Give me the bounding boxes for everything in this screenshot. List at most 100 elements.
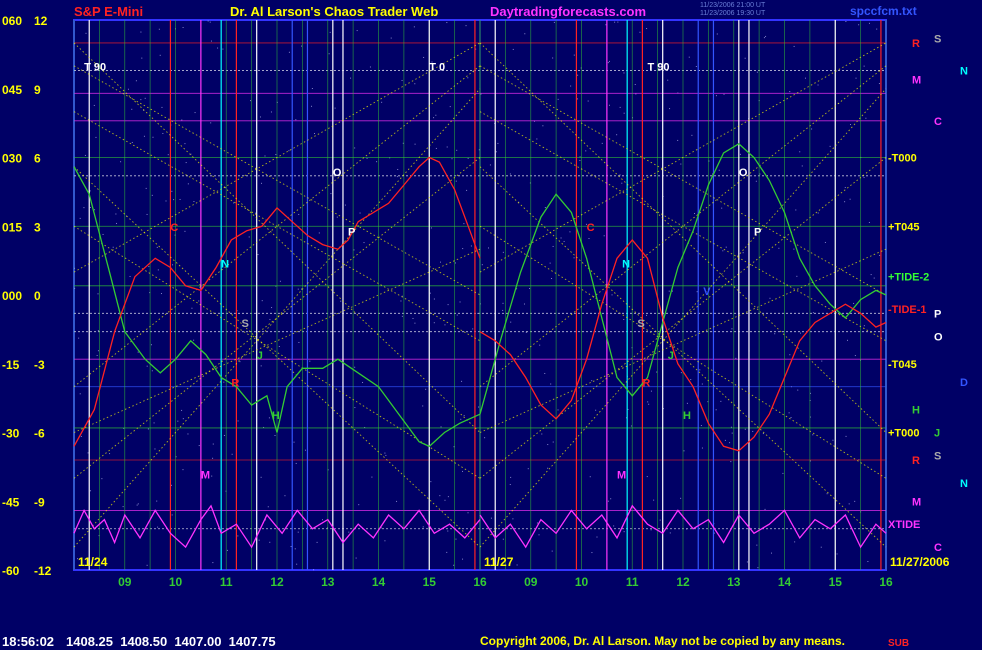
star-dot bbox=[573, 54, 575, 56]
end-date-label: 11/27/2006 bbox=[890, 555, 950, 569]
star-dot bbox=[668, 290, 670, 292]
star-dot bbox=[330, 193, 332, 195]
star-dot bbox=[459, 301, 461, 303]
star-dot bbox=[274, 434, 276, 436]
star-dot bbox=[667, 79, 669, 81]
annotation-label: C bbox=[587, 222, 595, 234]
star-dot bbox=[137, 351, 139, 353]
star-dot bbox=[140, 99, 142, 101]
star-dot bbox=[721, 207, 723, 209]
star-dot bbox=[156, 246, 158, 248]
star-dot bbox=[460, 418, 462, 420]
legend-label: S bbox=[934, 450, 941, 462]
star-dot bbox=[845, 21, 847, 23]
hour-tick-label: 14 bbox=[778, 575, 792, 589]
star-dot bbox=[136, 504, 138, 506]
star-dot bbox=[854, 355, 856, 357]
star-dot bbox=[739, 153, 741, 155]
star-dot bbox=[836, 553, 838, 555]
star-dot bbox=[683, 450, 685, 452]
star-dot bbox=[440, 426, 442, 428]
star-dot bbox=[524, 33, 526, 35]
star-dot bbox=[735, 357, 737, 359]
star-dot bbox=[248, 236, 250, 238]
y-tick-inner: 12 bbox=[34, 14, 48, 28]
star-dot bbox=[446, 22, 448, 24]
star-dot bbox=[79, 217, 81, 219]
star-dot bbox=[193, 201, 195, 203]
star-dot bbox=[354, 147, 356, 149]
star-dot bbox=[233, 202, 235, 204]
star-dot bbox=[165, 200, 167, 202]
star-dot bbox=[742, 252, 744, 254]
star-dot bbox=[78, 337, 80, 339]
star-dot bbox=[765, 35, 767, 37]
star-dot bbox=[463, 415, 465, 417]
star-dot bbox=[288, 150, 290, 152]
star-dot bbox=[619, 174, 621, 176]
star-dot bbox=[97, 330, 99, 332]
y-tick-inner: -9 bbox=[34, 495, 45, 509]
star-dot bbox=[135, 80, 137, 82]
star-dot bbox=[177, 420, 179, 422]
star-dot bbox=[295, 462, 297, 464]
y-tick-inner: -12 bbox=[34, 564, 52, 578]
legend-label: +T000 bbox=[888, 428, 920, 440]
annotation-label: J bbox=[257, 350, 263, 362]
star-dot bbox=[146, 564, 148, 566]
star-dot bbox=[455, 180, 457, 182]
star-dot bbox=[456, 149, 458, 151]
star-dot bbox=[401, 315, 403, 317]
star-dot bbox=[422, 405, 424, 407]
star-dot bbox=[801, 165, 803, 167]
star-dot bbox=[759, 173, 761, 175]
site-link[interactable]: Daytradingforecasts.com bbox=[490, 4, 646, 19]
y-tick-outer: -60 bbox=[2, 564, 20, 578]
star-dot bbox=[447, 304, 449, 306]
star-dot bbox=[151, 370, 153, 372]
annotation-label: N bbox=[622, 259, 630, 271]
star-dot bbox=[472, 328, 474, 330]
star-dot bbox=[461, 380, 463, 382]
annotation-label: J bbox=[668, 350, 674, 362]
star-dot bbox=[729, 442, 731, 444]
star-dot bbox=[512, 518, 514, 520]
star-dot bbox=[158, 28, 160, 30]
star-dot bbox=[725, 246, 727, 248]
star-dot bbox=[237, 535, 239, 537]
star-dot bbox=[790, 417, 792, 419]
star-dot bbox=[829, 145, 831, 147]
star-dot bbox=[384, 540, 386, 542]
star-dot bbox=[80, 435, 82, 437]
star-dot bbox=[694, 213, 696, 215]
star-dot bbox=[397, 168, 399, 170]
star-dot bbox=[821, 360, 823, 362]
y-tick-inner: 6 bbox=[34, 152, 41, 166]
star-dot bbox=[390, 37, 392, 39]
star-dot bbox=[160, 293, 162, 295]
star-dot bbox=[198, 445, 200, 447]
star-dot bbox=[284, 495, 286, 497]
legend-label: M bbox=[912, 75, 921, 87]
star-dot bbox=[616, 134, 618, 136]
star-dot bbox=[756, 544, 758, 546]
star-dot bbox=[112, 246, 114, 248]
star-dot bbox=[269, 318, 271, 320]
star-dot bbox=[863, 325, 865, 327]
star-dot bbox=[211, 475, 213, 477]
star-dot bbox=[89, 206, 91, 208]
star-dot bbox=[298, 213, 300, 215]
star-dot bbox=[639, 31, 641, 33]
star-dot bbox=[577, 98, 579, 100]
star-dot bbox=[237, 420, 239, 422]
star-dot bbox=[138, 529, 140, 531]
star-dot bbox=[261, 300, 263, 302]
star-dot bbox=[569, 231, 571, 233]
star-dot bbox=[279, 280, 281, 282]
star-dot bbox=[623, 72, 625, 74]
star-dot bbox=[512, 48, 514, 50]
star-dot bbox=[771, 552, 773, 554]
hour-tick-label: 11 bbox=[220, 575, 233, 589]
star-dot bbox=[366, 157, 368, 159]
star-dot bbox=[804, 77, 806, 79]
